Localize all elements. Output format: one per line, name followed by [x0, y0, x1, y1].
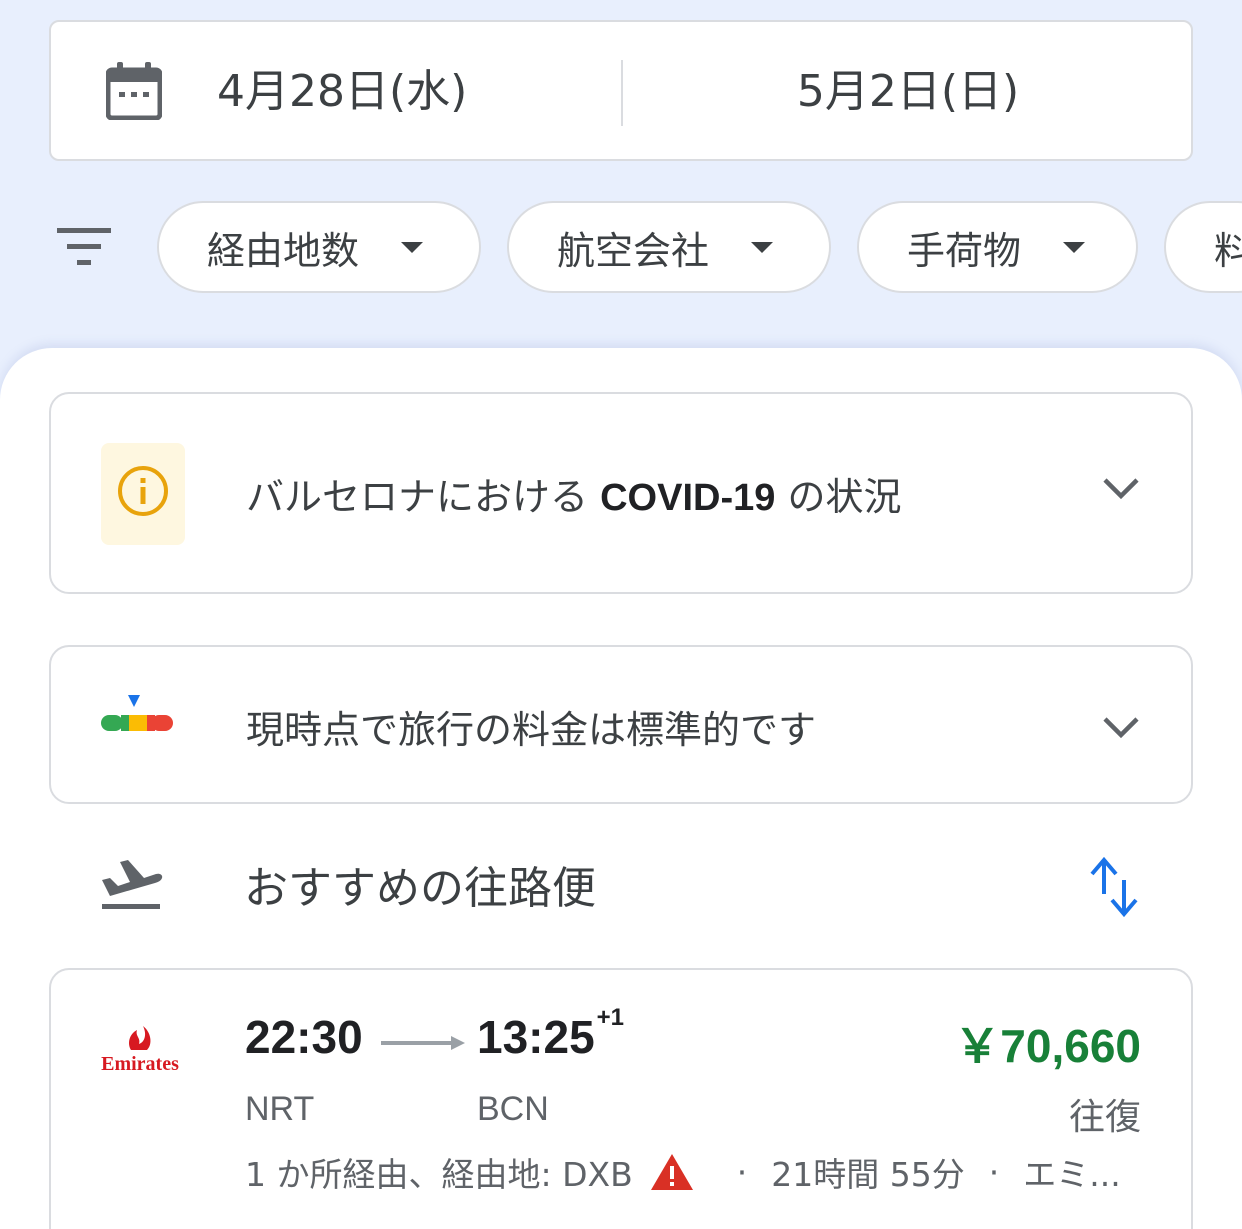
info-icon [118, 466, 168, 516]
emirates-emblem-icon [129, 1026, 151, 1050]
covid-text-suffix: の状況 [775, 475, 902, 519]
covid-text-prefix: バルセロナにおける [246, 475, 601, 519]
sort-icon[interactable] [1088, 856, 1140, 918]
flight-arrow-icon [381, 1036, 465, 1050]
separator-dot: · [736, 1152, 748, 1192]
price-insight-card[interactable]: 現時点で旅行の料金は標準的です [49, 645, 1193, 804]
date-selector[interactable]: 4月28日(水) 5月2日(日) [49, 20, 1193, 161]
departure-date[interactable]: 4月28日(水) [217, 62, 467, 122]
departure-time: 22:30 [245, 1011, 363, 1063]
filter-airline-label: 航空会社 [557, 228, 710, 273]
arrival-airport: BCN [477, 1090, 549, 1128]
filter-baggage-chip[interactable]: 手荷物 [857, 201, 1138, 293]
covid-info-text: バルセロナにおける COVID-19 の状況 [246, 466, 901, 521]
filter-stops-label: 経由地数 [207, 228, 360, 273]
price-level-icon [101, 695, 173, 731]
chevron-down-icon[interactable] [1101, 715, 1141, 739]
dropdown-caret-icon [401, 241, 424, 253]
day-offset: +1 [596, 1004, 625, 1031]
info-badge [101, 443, 185, 545]
stops-info: 1 か所経由、経由地: DXB [245, 1155, 633, 1194]
dropdown-caret-icon [1063, 241, 1086, 253]
filter-icon[interactable] [57, 226, 111, 266]
arrival-time-value: 13:25 [477, 1011, 595, 1063]
airline-name: Emirates [101, 1053, 179, 1075]
flight-price: ￥70,660 [954, 1020, 1141, 1072]
dropdown-caret-icon [751, 241, 774, 253]
price-insight-text: 現時点で旅行の料金は標準的です [246, 708, 817, 752]
flight-result-card[interactable]: Emirates 22:30 13:25+1 ￥70,660 NRT BCN 往… [49, 968, 1193, 1229]
return-date[interactable]: 5月2日(日) [626, 62, 1190, 122]
airline-logo: Emirates [99, 1020, 181, 1086]
filter-price-label: 料 [1214, 220, 1242, 275]
filter-airline-chip[interactable]: 航空会社 [507, 201, 831, 293]
trip-type: 往復 [1068, 1097, 1141, 1138]
departure-airport: NRT [245, 1090, 315, 1128]
filter-price-chip[interactable]: 料 [1164, 201, 1242, 293]
filter-baggage-label: 手荷物 [907, 228, 1022, 273]
section-title: おすすめの往路便 [244, 863, 596, 914]
covid-info-card[interactable]: バルセロナにおける COVID-19 の状況 [49, 392, 1193, 594]
flight-duration: 21時間 55分 [771, 1155, 965, 1194]
filter-stops-chip[interactable]: 経由地数 [157, 201, 481, 293]
flight-details: 1 か所経由、経由地: DXB · 21時間 55分 · エミ... [245, 1148, 1155, 1196]
separator-dot: · [988, 1152, 1000, 1192]
carrier-name: エミ... [1023, 1155, 1121, 1194]
chevron-down-icon[interactable] [1101, 476, 1141, 500]
flight-takeoff-icon [102, 860, 163, 909]
covid-text-bold: COVID-19 [600, 477, 776, 519]
calendar-icon [106, 62, 162, 120]
date-divider [621, 60, 623, 126]
warning-icon [650, 1154, 693, 1190]
arrival-time: 13:25+1 [477, 1004, 624, 1064]
